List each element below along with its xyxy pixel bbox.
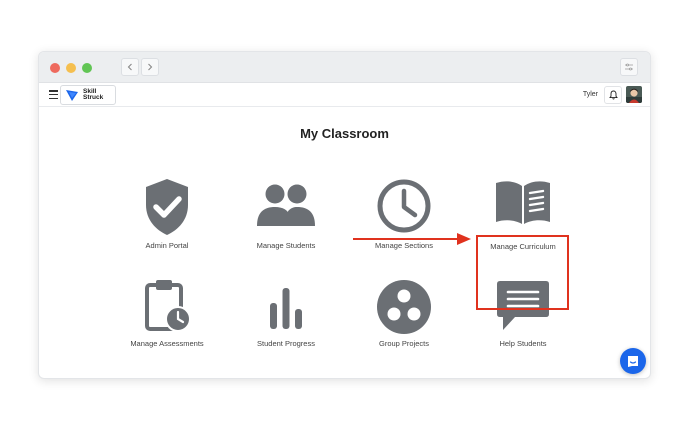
menu-icon[interactable] (49, 90, 58, 99)
user-avatar-icon (626, 86, 642, 103)
page-title: My Classroom (300, 126, 389, 141)
browser-settings-button[interactable] (620, 58, 638, 76)
classroom-dashboard: My Classroom Admin Portal Manage Student… (39, 108, 650, 378)
clipboard-clock-icon (145, 280, 191, 332)
tile-label: Student Progress (257, 339, 315, 348)
admin-portal-tile[interactable]: Admin Portal (117, 170, 217, 270)
username: Tyler (582, 91, 598, 98)
group-circle-icon (377, 280, 431, 334)
maximize-window-button[interactable] (82, 63, 92, 73)
chat-icon (628, 356, 638, 367)
brand-name: Skill Struck (83, 88, 109, 102)
annotation-arrow-icon (353, 233, 471, 245)
minimize-window-button[interactable] (66, 63, 76, 73)
close-window-button[interactable] (50, 63, 60, 73)
manage-assessments-tile[interactable]: Manage Assessments (117, 273, 217, 373)
app-header: Skill Struck Tyler (39, 83, 650, 107)
sliders-icon (625, 63, 633, 71)
annotation-highlight-box (476, 235, 569, 310)
browser-window: Skill Struck Tyler My Classroom Admin Po… (38, 51, 651, 379)
tile-label: Manage Assessments (130, 339, 204, 348)
skillstruck-logo-mark-icon (66, 90, 78, 101)
tile-label: Group Projects (378, 339, 430, 348)
brand-line2: Struck (83, 94, 104, 101)
manage-sections-tile[interactable]: Manage Sections (354, 170, 454, 270)
manage-students-tile[interactable]: Manage Students (236, 170, 336, 270)
chevron-left-icon (127, 63, 132, 71)
bar-chart-icon (270, 288, 302, 329)
notifications-button[interactable] (604, 86, 622, 104)
chat-support-button[interactable] (620, 348, 646, 374)
open-book-icon (496, 181, 550, 224)
student-progress-tile[interactable]: Student Progress (236, 273, 336, 373)
avatar[interactable] (626, 86, 642, 103)
tile-label: Manage Students (256, 241, 316, 250)
clock-icon (377, 179, 431, 233)
chevron-right-icon (148, 63, 153, 71)
bell-icon (608, 90, 618, 100)
tile-label: Help Students (499, 339, 547, 348)
shield-check-icon (146, 179, 188, 235)
back-button[interactable] (121, 58, 139, 76)
skillstruck-logo[interactable]: Skill Struck (60, 85, 116, 105)
tile-label: Admin Portal (145, 241, 189, 250)
title-bar (39, 52, 650, 83)
users-icon (257, 184, 315, 226)
forward-button[interactable] (141, 58, 159, 76)
group-projects-tile[interactable]: Group Projects (354, 273, 454, 373)
